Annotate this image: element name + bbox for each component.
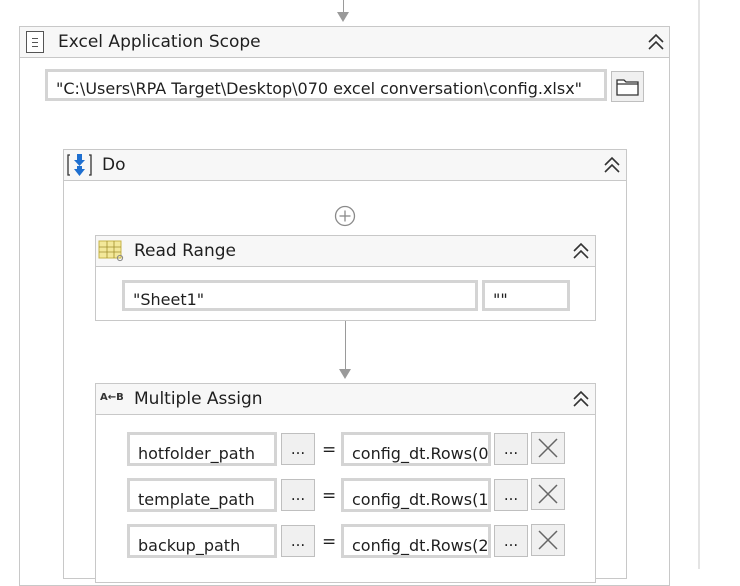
collapse-icon[interactable] (602, 155, 622, 175)
assign-value-input[interactable]: config_dt.Rows(1 (341, 478, 491, 512)
assign-to-ellipsis-button[interactable]: ... (281, 525, 315, 557)
equals-sign: = (322, 532, 337, 552)
range-input[interactable]: "" (482, 280, 570, 311)
assign-to-input[interactable]: hotfolder_path (127, 432, 277, 466)
close-icon (538, 484, 558, 504)
read-range-icon (98, 240, 124, 262)
do-title: Do (102, 155, 126, 175)
assign-value-input[interactable]: config_dt.Rows(2 (341, 524, 491, 558)
assign-icon: A←B (100, 392, 124, 403)
excel-scope-header[interactable]: Excel Application Scope (20, 27, 669, 58)
delete-row-button[interactable] (531, 432, 565, 464)
assign-value-ellipsis-button[interactable]: ... (494, 479, 528, 511)
collapse-icon[interactable] (571, 241, 591, 261)
assign-to-input[interactable]: backup_path (127, 524, 277, 558)
excel-scope-title: Excel Application Scope (58, 32, 261, 52)
read-range-title: Read Range (134, 241, 236, 261)
do-header[interactable]: Do (64, 150, 626, 181)
assign-to-input[interactable]: template_path (127, 478, 277, 512)
add-activity-icon[interactable] (334, 205, 356, 227)
excel-scope-icon (26, 31, 44, 53)
connector-arrow-top (337, 12, 349, 22)
delete-row-button[interactable] (531, 478, 565, 510)
workbook-path-input[interactable]: "C:\Users\RPA Target\Desktop\070 excel c… (45, 69, 607, 101)
assign-to-ellipsis-button[interactable]: ... (281, 479, 315, 511)
collapse-icon[interactable] (571, 389, 591, 409)
read-range-header[interactable]: Read Range (96, 236, 595, 267)
folder-icon (616, 79, 639, 96)
connector-arrow (339, 369, 351, 379)
multiple-assign-title: Multiple Assign (134, 389, 263, 409)
sheet-name-input[interactable]: "Sheet1" (122, 280, 478, 311)
collapse-icon[interactable] (646, 32, 666, 52)
equals-sign: = (322, 440, 337, 460)
close-icon (538, 438, 558, 458)
browse-folder-button[interactable] (611, 71, 644, 102)
assign-value-input[interactable]: config_dt.Rows(0 (341, 432, 491, 466)
assign-value-ellipsis-button[interactable]: ... (494, 433, 528, 465)
sequence-icon (67, 154, 92, 176)
multiple-assign-header[interactable]: A←B Multiple Assign (96, 384, 595, 415)
assign-value-ellipsis-button[interactable]: ... (494, 525, 528, 557)
equals-sign: = (322, 486, 337, 506)
connector-line (345, 321, 346, 371)
delete-row-button[interactable] (531, 524, 565, 556)
close-icon (538, 530, 558, 550)
assign-to-ellipsis-button[interactable]: ... (281, 433, 315, 465)
panel-divider (698, 0, 700, 569)
